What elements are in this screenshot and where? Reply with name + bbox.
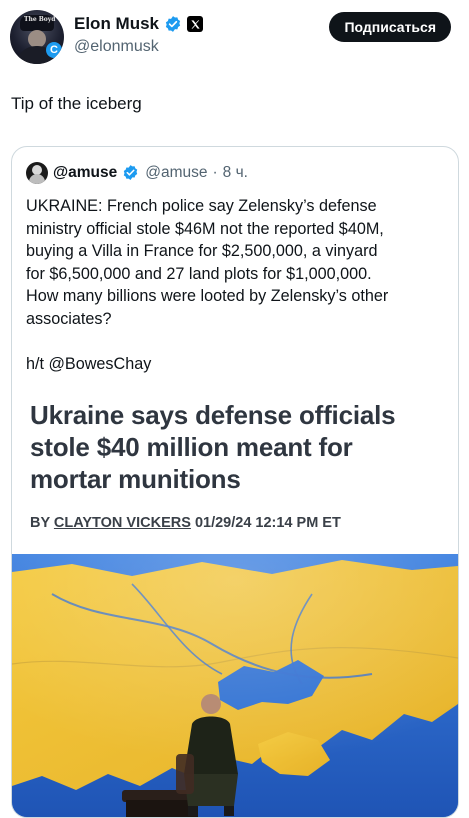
quote-body: UKRAINE: French police say Zelensky’s de…: [26, 195, 450, 375]
avatar-badge: C: [46, 42, 62, 58]
quoted-tweet-card[interactable]: @amuse @amuse · 8 ч. UKRAINE: French pol…: [11, 146, 459, 818]
x-logo-icon: [187, 16, 204, 32]
article-headline-line: stole $40 million meant for: [30, 432, 353, 462]
quote-header: @amuse @amuse · 8 ч.: [26, 162, 248, 184]
article-byline: BY CLAYTON VICKERS 01/29/24 12:14 PM ET: [30, 515, 341, 531]
article-photo[interactable]: [12, 554, 458, 817]
quote-body-line: associates?: [26, 309, 112, 328]
quote-separator-dot: ·: [212, 164, 218, 181]
quote-timestamp[interactable]: 8 ч.: [223, 164, 248, 182]
verified-check-icon: [122, 164, 140, 182]
quote-body-line: buying a Villa in France for $2,500,000,…: [26, 242, 378, 261]
author-name-row: Elon Musk: [74, 13, 204, 35]
byline-date: 01/29/24 12:14 PM ET: [194, 515, 341, 531]
quote-body-line: UKRAINE: French police say Zelensky’s de…: [26, 197, 377, 215]
quote-author-name[interactable]: @amuse: [53, 164, 117, 182]
quote-body-line: ministry official stole $46M not the rep…: [26, 219, 384, 238]
author-handle[interactable]: @elonmusk: [74, 38, 159, 56]
post-header: The Boyd C Elon Musk @elonmusk Подписать…: [10, 8, 459, 66]
article-headline: Ukraine says defense officials stole $40…: [30, 399, 450, 495]
tweet-text: Tip of the iceberg: [11, 94, 142, 113]
subscribe-button[interactable]: Подписаться: [329, 12, 451, 42]
article-headline-line: mortar munitions: [30, 464, 241, 494]
quote-body-line: for $6,500,000 and 27 land plots for $1,…: [26, 264, 372, 283]
quote-author-handle[interactable]: @amuse: [145, 164, 207, 182]
article-headline-line: Ukraine says defense officials: [30, 400, 396, 430]
quote-avatar[interactable]: [26, 162, 48, 184]
avatar-hat-text: The Boyd: [24, 16, 56, 23]
author-avatar[interactable]: The Boyd C: [10, 10, 64, 64]
quote-hat-tip: h/t @BowesChay: [26, 354, 152, 373]
article-screenshot: Ukraine says defense officials stole $40…: [12, 395, 458, 555]
verified-check-icon: [164, 15, 182, 33]
map-photo-illustration: [12, 554, 458, 817]
byline-prefix: BY: [30, 515, 50, 531]
author-name[interactable]: Elon Musk: [74, 14, 159, 34]
byline-author: CLAYTON VICKERS: [53, 515, 191, 531]
quote-body-line: How many billions were looted by Zelensk…: [26, 287, 389, 306]
